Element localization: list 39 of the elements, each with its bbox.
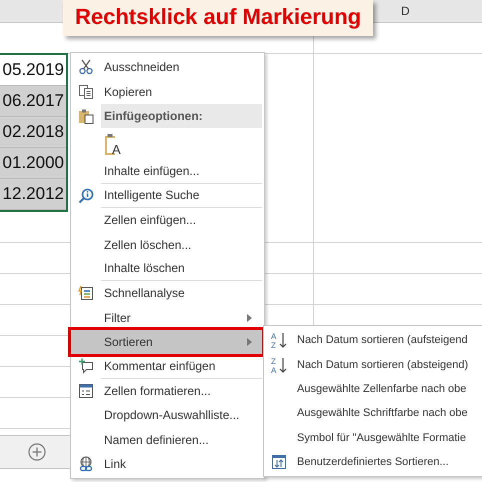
- menu-item[interactable]: Ausgewählte Zellenfarbe nach obe: [294, 376, 482, 402]
- menu-item[interactable]: Intelligente Suche: [101, 184, 262, 208]
- menu-item[interactable]: Symbol für "Ausgewählte Formatie: [294, 426, 482, 450]
- menu-item[interactable]: Link: [101, 452, 262, 476]
- add-sheet-icon[interactable]: [28, 443, 46, 461]
- menu-item[interactable]: Inhalte löschen: [101, 256, 262, 282]
- menu-item[interactable]: Dropdown-Auswahlliste...: [101, 403, 262, 428]
- menu-item[interactable]: Inhalte einfügen...: [101, 159, 262, 184]
- menu-item[interactable]: Schnellanalyse: [101, 281, 262, 306]
- callout-label: Rechtsklick auf Markierung: [63, 0, 374, 36]
- table-cell[interactable]: 06.2017: [0, 86, 66, 116]
- table-cell[interactable]: 02.2018: [0, 117, 66, 147]
- menu-item[interactable]: Benutzerdefiniertes Sortieren...: [294, 450, 482, 474]
- comment-icon: [78, 358, 94, 374]
- format-cells-icon: [78, 382, 94, 399]
- scissors-icon: [78, 59, 94, 76]
- globe-link-icon: [78, 456, 94, 472]
- menu-item[interactable]: Nach Datum sortieren (absteigend): [294, 352, 482, 377]
- menu-item[interactable]: Filter: [101, 306, 262, 330]
- table-cell[interactable]: 01.2000: [0, 148, 66, 178]
- custom-sort-icon: [271, 454, 287, 470]
- menu-item[interactable]: Zellen einfügen...: [101, 208, 262, 232]
- paste-keep-text-button[interactable]: A: [103, 130, 125, 158]
- menu-item[interactable]: Ausgewählte Schriftfarbe nach obe: [294, 401, 482, 426]
- menu-item[interactable]: Nach Datum sortieren (aufsteigend: [294, 328, 482, 352]
- menu-item[interactable]: Sortieren: [71, 330, 262, 354]
- menu-item[interactable]: Zellen formatieren...: [101, 378, 262, 404]
- menu-item[interactable]: Kommentar einfügen: [101, 354, 262, 379]
- menu-section-header: Einfügeoptionen:: [101, 104, 262, 128]
- menu-item[interactable]: Kopieren: [101, 79, 262, 104]
- smart-lookup-icon: [78, 188, 94, 204]
- quick-analysis-icon: [78, 285, 94, 302]
- table-cell[interactable]: 12.2012: [0, 179, 66, 209]
- menu-item[interactable]: Namen definieren...: [101, 427, 262, 452]
- table-cell[interactable]: 05.2019: [0, 55, 66, 85]
- menu-item[interactable]: Ausschneiden: [101, 55, 262, 80]
- copy-icon: [78, 84, 94, 100]
- clipboard-icon: [78, 108, 94, 124]
- menu-item[interactable]: Zellen löschen...: [101, 232, 262, 257]
